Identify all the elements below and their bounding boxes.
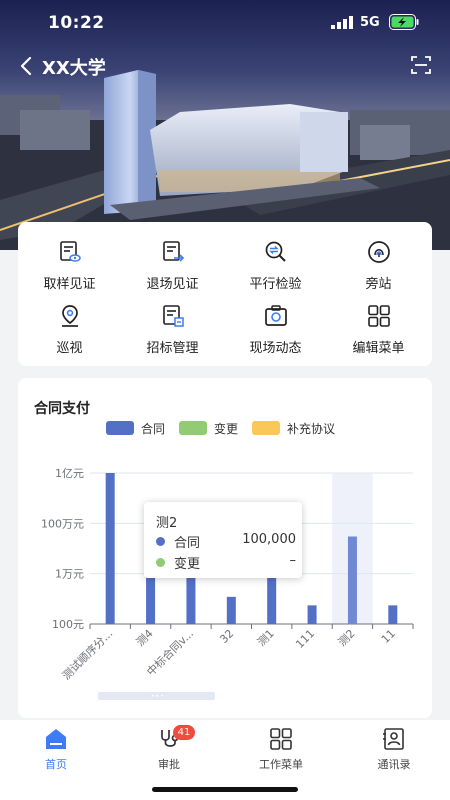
home-icon <box>46 729 66 749</box>
tab-label: 首页 <box>45 758 67 771</box>
tooltip-series-value: 100,000 <box>242 532 296 547</box>
menu-item-label: 退场见证 <box>146 277 199 292</box>
x-tick-label: 测2 <box>336 627 358 649</box>
tooltip-series-value: – <box>289 553 297 568</box>
menu-item-bidding-management[interactable]: 招标管理 <box>121 304 224 364</box>
edit-menu-grid-icon <box>368 305 390 327</box>
network-type: 5G <box>360 15 380 30</box>
approval-count-badge: 41 <box>173 725 195 740</box>
tab-contacts[interactable]: 通讯录 <box>354 727 434 777</box>
x-tick-label: 32 <box>217 627 236 646</box>
sample-witness-icon <box>60 241 81 262</box>
menu-item-parallel-inspection[interactable]: 平行检验 <box>224 240 327 300</box>
site-camera-icon <box>265 305 287 326</box>
x-tick-label: 测1 <box>255 627 277 649</box>
menu-item-side-station[interactable]: 旁站 <box>327 240 430 300</box>
x-tick-label: 测试顺序分... <box>59 626 115 682</box>
tooltip-dot <box>156 537 165 546</box>
back-arrow-icon[interactable] <box>18 55 36 77</box>
contract-payment-card: 合同支付 合同 变更 补充协议 100元 1万元 100万元 1亿元 测试顺序分... 测… <box>18 378 432 718</box>
signal-icon <box>331 16 353 29</box>
work-menu-grid-icon <box>270 728 292 750</box>
chart-tooltip: 测2 合同 100,000 变更 – <box>144 502 302 578</box>
tooltip-row: 变更 – <box>156 553 297 572</box>
x-tick-label: 111 <box>293 627 317 651</box>
navigation-bar: XX大学 <box>0 50 450 82</box>
menu-item-label: 平行检验 <box>249 277 302 292</box>
tooltip-series-name: 合同 <box>174 536 201 551</box>
status-time: 10:22 <box>48 13 105 33</box>
bar[interactable] <box>226 596 236 624</box>
parallel-inspection-icon <box>265 241 286 262</box>
menu-item-edit-menu[interactable]: 编辑菜单 <box>327 304 430 364</box>
y-tick-label: 100万元 <box>41 517 84 530</box>
scan-icon[interactable] <box>410 54 432 76</box>
bar[interactable] <box>307 605 317 624</box>
y-tick-label: 1万元 <box>55 568 84 581</box>
bidding-management-icon <box>163 305 184 327</box>
menu-item-sample-witness[interactable]: 取样见证 <box>18 240 121 300</box>
x-tick-label: 11 <box>379 627 398 646</box>
menu-item-label: 取样见证 <box>43 277 96 292</box>
slider-grip: ••• <box>151 693 165 700</box>
y-tick-label: 100元 <box>52 618 84 631</box>
side-station-icon <box>368 241 390 263</box>
chart-zoom-slider[interactable]: ••• <box>98 692 215 700</box>
tab-home[interactable]: 首页 <box>16 727 96 777</box>
tab-label: 通讯录 <box>377 758 411 771</box>
bar[interactable] <box>105 473 115 624</box>
bar[interactable] <box>388 605 398 624</box>
menu-item-site-dynamics[interactable]: 现场动态 <box>224 304 327 364</box>
tooltip-series-name: 变更 <box>174 557 201 572</box>
bar[interactable] <box>347 536 357 624</box>
page-title: XX大学 <box>42 58 106 79</box>
home-indicator <box>152 787 298 792</box>
menu-item-label: 编辑菜单 <box>352 341 405 356</box>
tab-work-menu[interactable]: 工作菜单 <box>241 727 321 777</box>
menu-item-label: 旁站 <box>365 277 392 292</box>
tooltip-row: 合同 100,000 <box>156 532 296 551</box>
battery-charging-icon <box>389 14 419 30</box>
exit-witness-icon <box>163 241 185 262</box>
y-tick-label: 1亿元 <box>55 467 84 480</box>
function-menu-card: 取样见证 退场见证 平行检验 旁站 巡视 招标管理 现场动态 编辑菜单 <box>18 222 432 366</box>
tooltip-title: 测2 <box>156 516 178 531</box>
tab-approval[interactable]: 41 审批 <box>129 725 209 777</box>
tab-label: 工作菜单 <box>259 758 303 771</box>
x-tick-label: 测4 <box>134 627 156 649</box>
menu-item-patrol[interactable]: 巡视 <box>18 304 121 364</box>
tab-label: 审批 <box>158 758 180 771</box>
menu-item-exit-witness[interactable]: 退场见证 <box>121 240 224 300</box>
tooltip-dot <box>156 558 165 567</box>
patrol-location-icon <box>62 305 78 327</box>
menu-item-label: 招标管理 <box>146 341 199 356</box>
menu-item-label: 巡视 <box>56 341 83 356</box>
menu-item-label: 现场动态 <box>249 341 302 356</box>
contacts-icon <box>383 728 404 750</box>
status-bar: 10:22 5G <box>0 0 450 46</box>
